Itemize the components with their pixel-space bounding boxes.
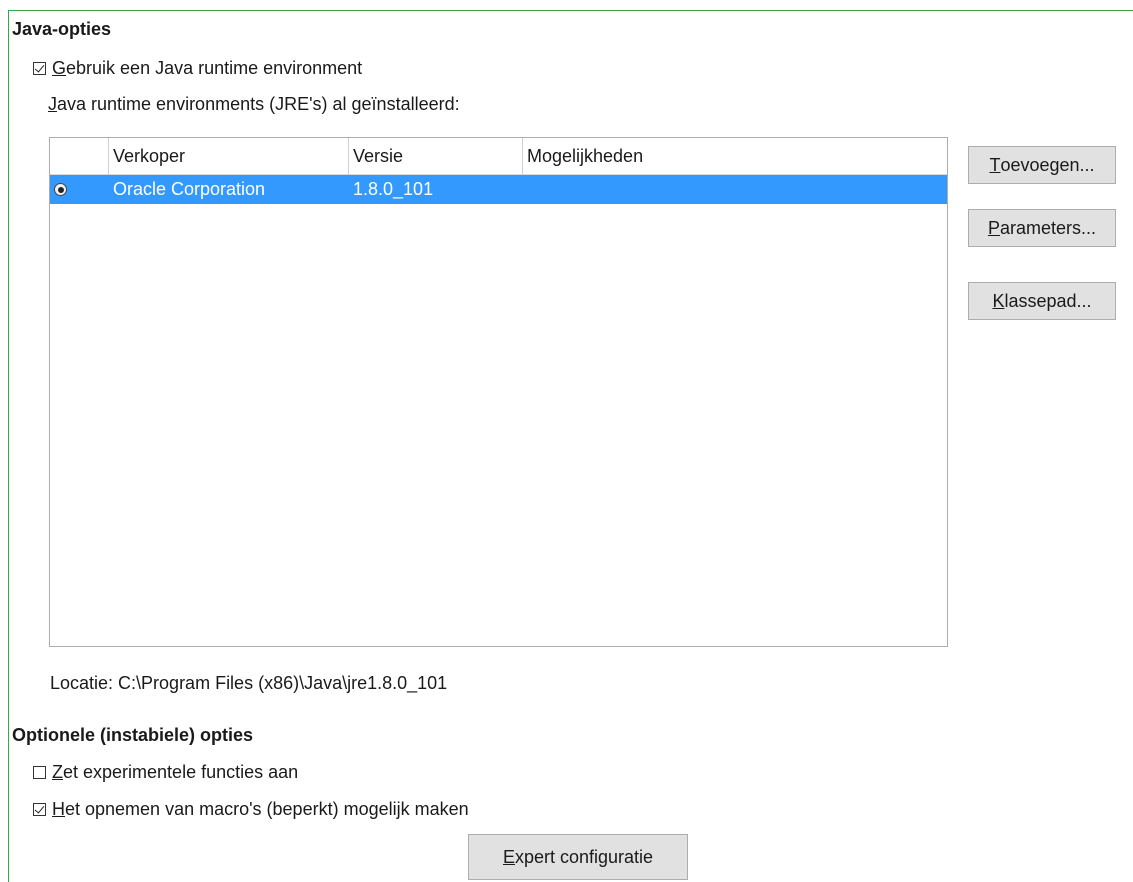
jre-list-header: Verkoper Versie Mogelijkheden [50, 138, 947, 175]
optional-options-heading: Optionele (instabiele) opties [12, 725, 254, 745]
macro-recording-checkbox[interactable] [33, 803, 46, 816]
expert-configuration-button[interactable]: Expert configuratie [468, 834, 688, 880]
use-jre-checkbox-row[interactable]: Gebruik een Java runtime environment [33, 58, 362, 79]
java-options-heading: Java-opties [12, 19, 112, 39]
experimental-label: Zet experimentele functies aan [52, 762, 299, 782]
row-version: 1.8.0_101 [353, 179, 434, 199]
installed-jre-label: Java runtime environments (JRE's) al geï… [48, 94, 460, 114]
add-jre-button[interactable]: Toevoegen... [968, 146, 1116, 184]
experimental-checkbox-row[interactable]: Zet experimentele functies aan [33, 762, 298, 783]
macro-recording-checkbox-row[interactable]: Het opnemen van macro's (beperkt) mogeli… [33, 799, 469, 820]
experimental-checkbox[interactable] [33, 766, 46, 779]
header-select-column[interactable] [50, 138, 108, 174]
row-vendor: Oracle Corporation [113, 179, 266, 199]
jre-location-label: Locatie: C:\Program Files (x86)\Java\jre… [50, 673, 448, 693]
table-row[interactable]: Oracle Corporation 1.8.0_101 [50, 175, 947, 204]
header-features[interactable]: Mogelijkheden [522, 138, 947, 174]
macro-recording-label: Het opnemen van macro's (beperkt) mogeli… [52, 799, 469, 819]
classpath-button[interactable]: Klassepad... [968, 282, 1116, 320]
header-vendor[interactable]: Verkoper [108, 138, 348, 174]
parameters-button[interactable]: Parameters... [968, 209, 1116, 247]
jre-list-table[interactable]: Verkoper Versie Mogelijkheden Oracle Cor… [49, 137, 948, 647]
use-jre-checkbox[interactable] [33, 62, 46, 75]
use-jre-label: Gebruik een Java runtime environment [52, 58, 363, 78]
jre-radio-button[interactable] [54, 183, 67, 196]
header-version[interactable]: Versie [348, 138, 522, 174]
